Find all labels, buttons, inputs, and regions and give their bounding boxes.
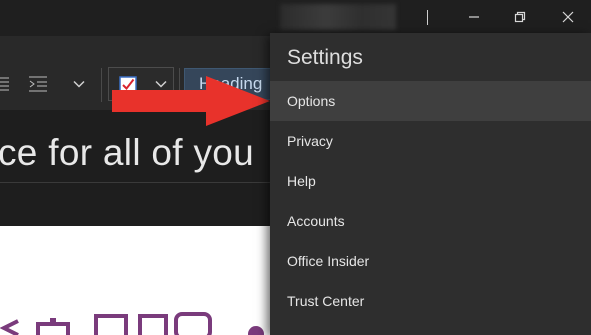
menu-item-accounts[interactable]: Accounts [270, 201, 591, 241]
close-icon [562, 11, 574, 23]
annotation-arrow [112, 76, 270, 126]
blurred-window-title [280, 4, 396, 30]
indent-icon [29, 76, 47, 92]
minimize-icon [469, 16, 479, 18]
app-window: Heading ce for all of you Settings Optio… [0, 0, 591, 335]
settings-menu-title: Settings [287, 46, 363, 69]
document-headline[interactable]: ce for all of you [0, 132, 254, 174]
align-icon[interactable] [0, 70, 12, 98]
minimize-button[interactable] [451, 0, 497, 34]
close-button[interactable] [545, 0, 591, 34]
menu-item-help[interactable]: Help [270, 161, 591, 201]
indent-button[interactable] [24, 70, 52, 98]
restore-icon [514, 11, 526, 23]
restore-button[interactable] [497, 0, 543, 34]
list-dropdown-button[interactable] [68, 72, 90, 96]
menu-item-privacy[interactable]: Privacy [270, 121, 591, 161]
ribbon-separator [101, 68, 102, 102]
settings-menu: Settings Options Privacy Help Accounts O… [270, 33, 591, 335]
menu-item-trust-center[interactable]: Trust Center [270, 281, 591, 321]
title-divider [427, 10, 428, 25]
document-graphic [0, 312, 264, 335]
title-bar [0, 0, 591, 36]
menu-item-options[interactable]: Options [270, 81, 591, 121]
menu-item-office-insider[interactable]: Office Insider [270, 241, 591, 281]
chevron-down-icon [73, 80, 85, 88]
